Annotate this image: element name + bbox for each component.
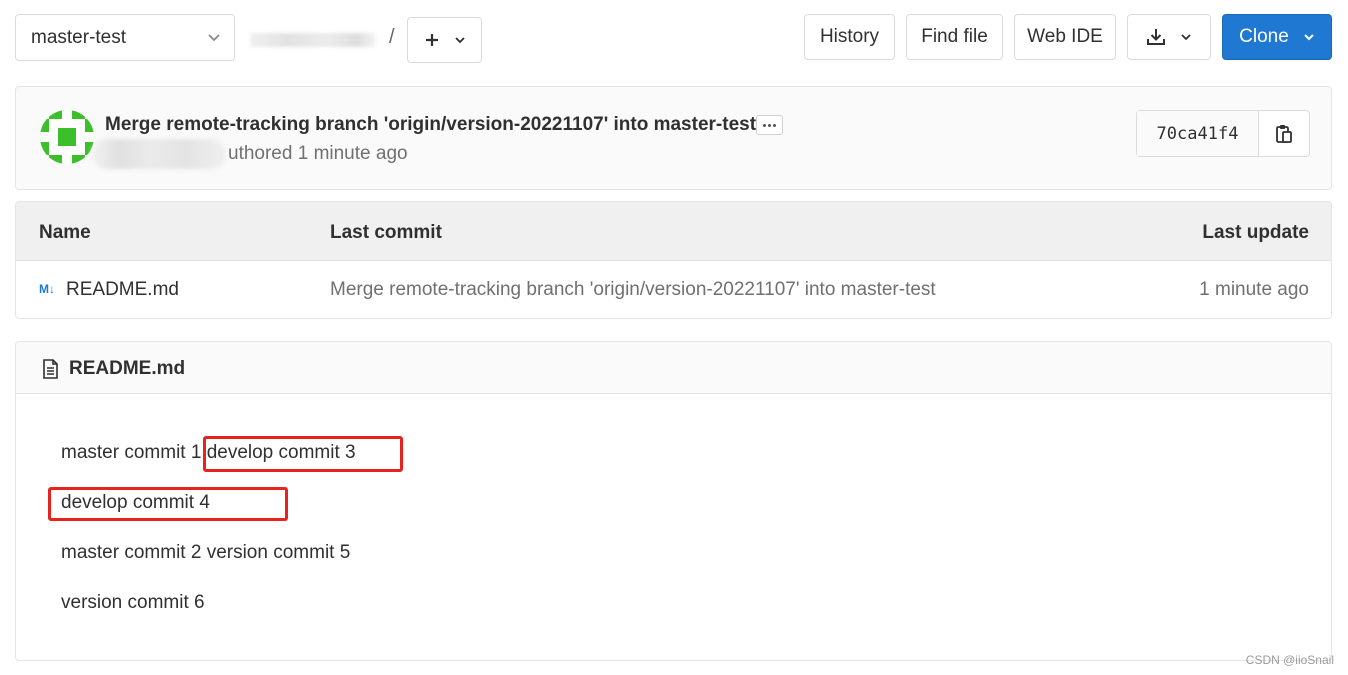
ellipsis-dot (773, 123, 776, 127)
authored-time: uthored 1 minute ago (228, 143, 408, 164)
find-file-button-label: Find file (921, 26, 988, 47)
author-name-redacted (92, 139, 226, 169)
markdown-icon: M↓ (39, 282, 55, 296)
file-tree-table: Name Last commit Last update M↓ README.m… (15, 201, 1332, 319)
commit-sha-label[interactable]: 70ca41f4 (1137, 111, 1259, 156)
file-tree-header: Name Last commit Last update (16, 202, 1331, 261)
file-last-commit-link[interactable]: Merge remote-tracking branch 'origin/ver… (330, 279, 936, 301)
chevron-down-icon (454, 37, 465, 44)
chevron-down-icon (1181, 34, 1191, 41)
file-text-icon (43, 359, 58, 379)
column-header-name: Name (39, 222, 91, 243)
ellipsis-dot (763, 123, 766, 127)
download-dropdown-button[interactable] (1127, 14, 1211, 60)
copy-sha-button[interactable] (1259, 111, 1309, 156)
file-name-link[interactable]: README.md (66, 279, 179, 301)
history-button-label: History (819, 26, 880, 47)
path-separator: / (389, 26, 395, 48)
branch-name: master-test (31, 26, 127, 48)
plus-icon (425, 34, 438, 46)
readme-line: master commit 2 version commit 5 (61, 542, 351, 563)
column-header-last-update: Last update (1202, 222, 1309, 243)
column-header-last-commit: Last commit (330, 222, 442, 243)
table-row[interactable]: M↓ README.md Merge remote-tracking branc… (16, 261, 1331, 318)
find-file-button[interactable]: Find file (906, 14, 1003, 60)
file-last-update: 1 minute ago (1199, 279, 1309, 300)
branch-dropdown[interactable]: master-test (15, 14, 235, 61)
watermark: CSDN @iioSnail (1245, 653, 1334, 667)
toggle-commit-description-button[interactable] (756, 115, 783, 135)
readme-title: README.md (69, 358, 186, 379)
clone-button[interactable]: Clone (1222, 14, 1332, 60)
last-commit-panel: Merge remote-tracking branch 'origin/ver… (15, 86, 1332, 190)
chevron-down-icon (208, 34, 220, 42)
history-button[interactable]: History (804, 14, 895, 60)
download-icon (1147, 29, 1165, 45)
clipboard-icon (1276, 124, 1292, 143)
ellipsis-dot (768, 123, 771, 127)
chevron-down-icon (1304, 34, 1314, 41)
clone-button-label: Clone (1239, 26, 1289, 47)
commit-sha-group: 70ca41f4 (1136, 110, 1310, 157)
commit-title-link[interactable]: Merge remote-tracking branch 'origin/ver… (105, 114, 756, 136)
web-ide-button-label: Web IDE (1027, 26, 1103, 47)
readme-line: version commit 6 (61, 592, 205, 613)
author-avatar[interactable] (40, 110, 94, 164)
add-to-tree-button[interactable] (407, 17, 482, 63)
repository-path-redacted (250, 33, 376, 47)
web-ide-button[interactable]: Web IDE (1014, 14, 1116, 60)
highlight-annotation-box (203, 436, 403, 472)
highlight-annotation-box (48, 487, 288, 521)
readme-header: README.md (16, 342, 1331, 394)
